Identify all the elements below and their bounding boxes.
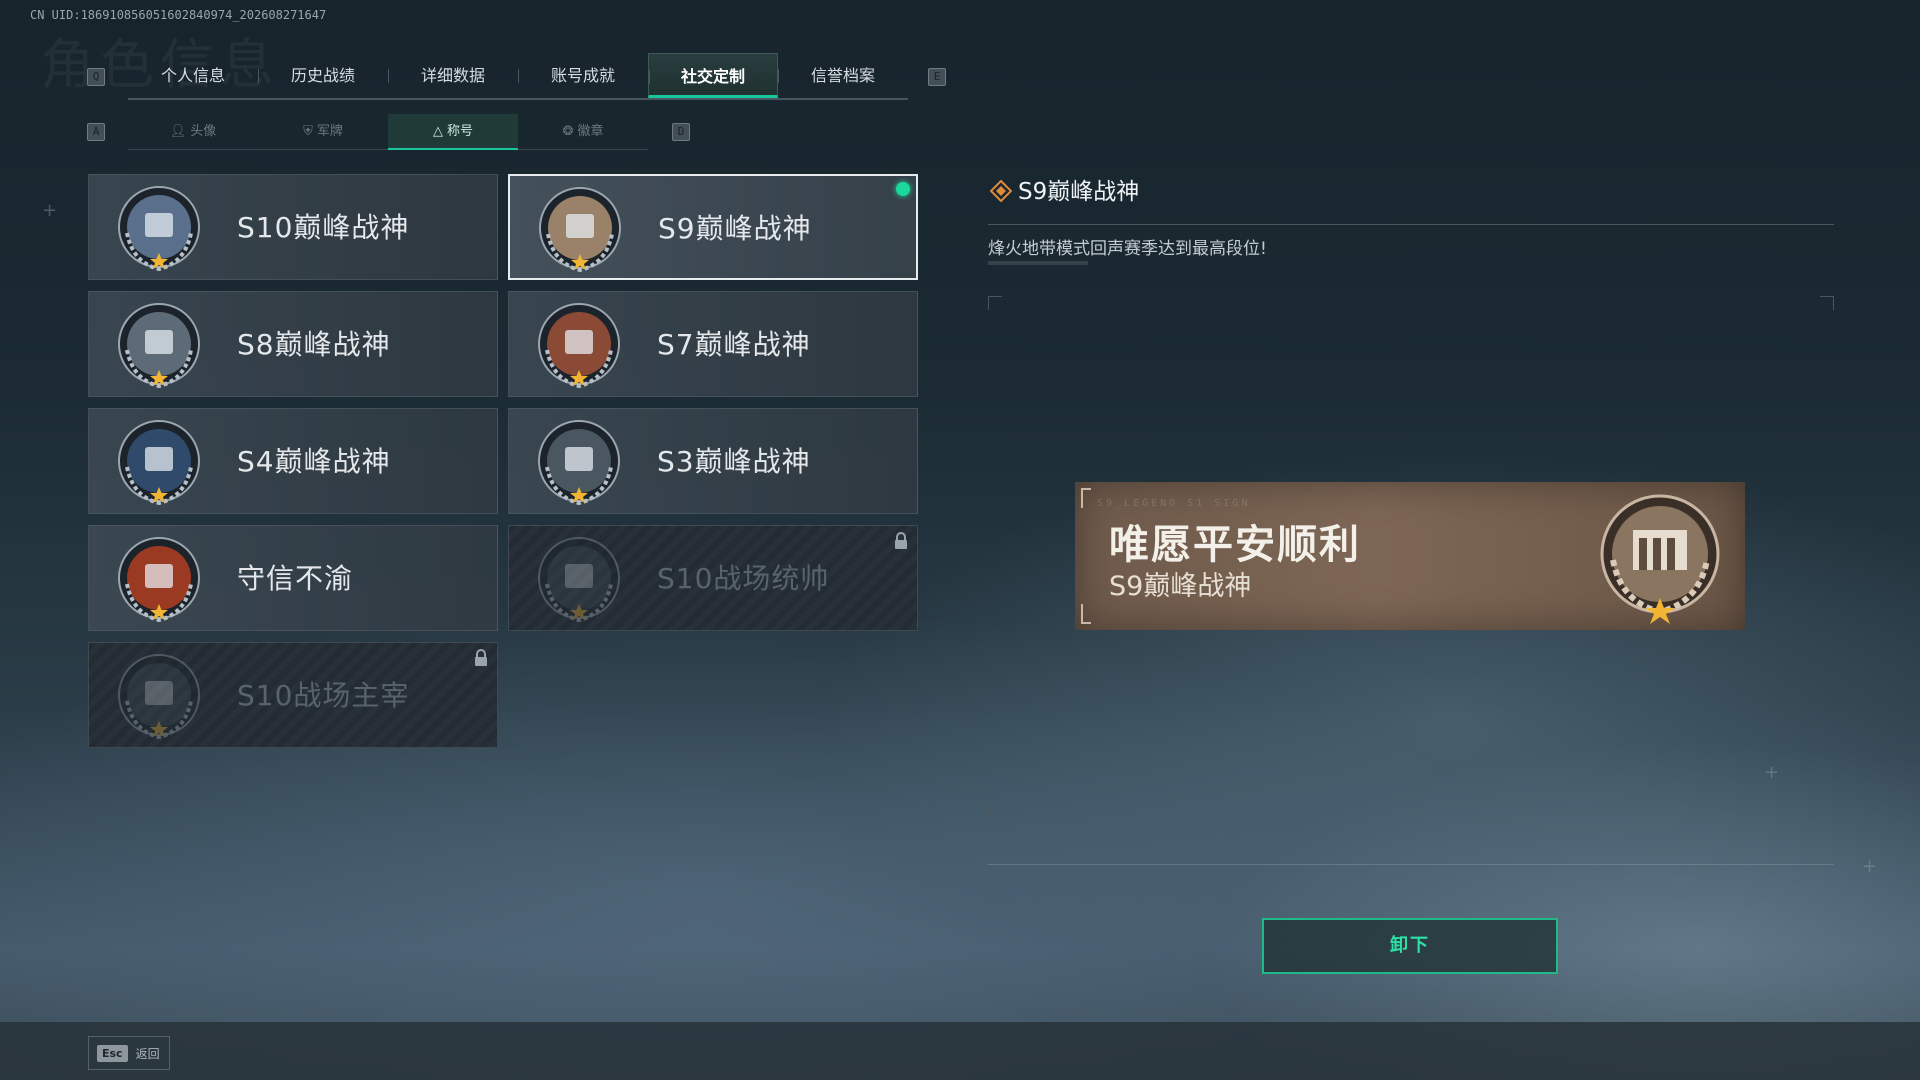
lock-icon: [895, 532, 907, 549]
crosshair-decoration: +: [1764, 762, 1780, 783]
subtab-label: 徽章: [577, 124, 604, 139]
tab-detailed-data[interactable]: 详细数据: [388, 53, 518, 98]
title-medal-icon: [538, 420, 620, 506]
frame-corner: [988, 802, 1002, 816]
triangle-icon: △: [432, 124, 443, 139]
title-card-name: S8巅峰战神: [237, 328, 391, 361]
title-card-name: S10战场主宰: [237, 679, 410, 712]
title-card[interactable]: S10巅峰战神: [88, 174, 498, 280]
detail-description: 烽火地带模式回声赛季达到最高段位!: [988, 239, 1267, 259]
subtab-avatar[interactable]: 👤︎ 头像: [128, 114, 258, 150]
title-card[interactable]: 守信不渝: [88, 525, 498, 631]
footer-bar: [0, 1022, 1920, 1080]
tab-personal-info[interactable]: 个人信息: [128, 53, 258, 98]
title-card[interactable]: S9巅峰战神: [508, 174, 918, 280]
description-underline: [988, 261, 1088, 265]
s9-medal-icon: [1600, 494, 1720, 624]
prev-subtab-key[interactable]: A: [87, 123, 105, 141]
sub-tabs: 👤︎ 头像 ⛨ 军牌 △ 称号 ❂ 徽章: [128, 114, 648, 150]
crosshair-decoration: +: [42, 200, 58, 221]
divider: [988, 224, 1834, 225]
title-medal-icon: [118, 186, 200, 272]
title-medal-icon: [118, 303, 200, 389]
subtab-title[interactable]: △ 称号: [388, 114, 518, 150]
next-subtab-key[interactable]: D: [672, 123, 690, 141]
back-button[interactable]: Esc 返回: [88, 1036, 170, 1070]
subtab-label: 头像: [190, 124, 217, 139]
person-icon: 👤︎: [169, 124, 187, 139]
equipped-indicator: [896, 182, 910, 196]
title-medal-icon: [118, 420, 200, 506]
subtab-dogtag[interactable]: ⛨ 军牌: [258, 114, 388, 150]
tab-achievements[interactable]: 账号成就: [518, 53, 648, 98]
diamond-icon: [990, 180, 1012, 202]
frame-corner: [988, 296, 1002, 310]
title-card-name: S9巅峰战神: [658, 212, 812, 245]
divider: [988, 864, 1834, 865]
lock-icon: [475, 649, 487, 666]
title-medal-icon: [118, 654, 200, 740]
prev-tab-key[interactable]: Q: [87, 68, 105, 86]
title-card[interactable]: S10战场主宰: [88, 642, 498, 748]
title-card-name: S10巅峰战神: [237, 211, 410, 244]
banner-slogan: 唯愿平安顺利: [1109, 522, 1361, 568]
title-medal-icon: [538, 303, 620, 389]
frame-corner: [1820, 802, 1834, 816]
tab-history[interactable]: 历史战绩: [258, 53, 388, 98]
badge-icon: ❂: [562, 124, 574, 139]
title-card-name: S7巅峰战神: [657, 328, 811, 361]
title-medal-icon: [539, 187, 621, 273]
banner-corner: [1081, 488, 1091, 508]
next-tab-key[interactable]: E: [928, 68, 946, 86]
title-card[interactable]: S3巅峰战神: [508, 408, 918, 514]
banner-title: S9巅峰战神: [1109, 571, 1252, 602]
banner-code: S9_LEGEND S1 SIGN: [1097, 498, 1251, 509]
esc-key: Esc: [97, 1044, 128, 1062]
banner-corner: [1081, 604, 1091, 624]
title-card[interactable]: S4巅峰战神: [88, 408, 498, 514]
title-preview-banner: S9_LEGEND S1 SIGN 唯愿平安顺利 S9巅峰战神: [1075, 482, 1745, 630]
title-card[interactable]: S7巅峰战神: [508, 291, 918, 397]
title-medal-icon: [538, 537, 620, 623]
title-card[interactable]: S10战场统帅: [508, 525, 918, 631]
shield-icon: ⛨: [303, 124, 313, 139]
main-tabs: 个人信息 历史战绩 详细数据 账号成就 社交定制 信誉档案: [128, 53, 908, 100]
frame-corner: [1820, 296, 1834, 310]
title-medal-icon: [118, 537, 200, 623]
title-card-name: S3巅峰战神: [657, 445, 811, 478]
tab-credit-record[interactable]: 信誉档案: [778, 53, 908, 98]
subtab-label: 军牌: [316, 124, 343, 139]
crosshair-decoration: +: [1862, 856, 1878, 877]
subtab-label: 称号: [446, 124, 473, 139]
title-card-name: S10战场统帅: [657, 562, 830, 595]
unequip-button[interactable]: 卸下: [1262, 918, 1558, 974]
detail-title: S9巅峰战神: [1018, 179, 1140, 205]
title-card[interactable]: S8巅峰战神: [88, 291, 498, 397]
title-card-name: 守信不渝: [237, 562, 354, 595]
subtab-badge[interactable]: ❂ 徽章: [518, 114, 648, 150]
title-card-name: S4巅峰战神: [237, 445, 391, 478]
tab-social-customization[interactable]: 社交定制: [648, 53, 778, 98]
back-label: 返回: [135, 1046, 160, 1061]
